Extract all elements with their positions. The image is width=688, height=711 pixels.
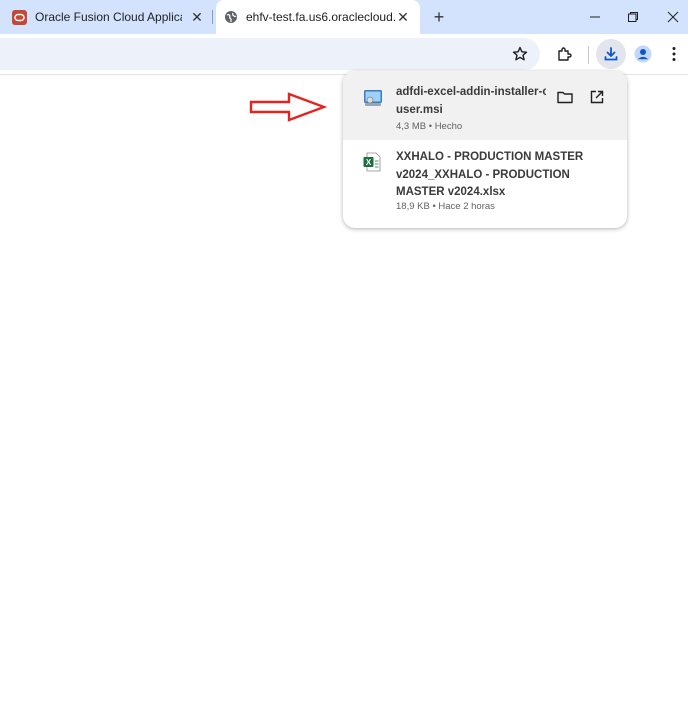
tab-ehfv-test[interactable]: ehfv-test.fa.us6.oraclecloud.com ✕ [216,0,420,34]
toolbar [0,34,688,75]
downloads-panel: adfdi-excel-addin-installer-cu user.msi … [343,71,627,228]
tab-strip: Oracle Fusion Cloud Applications ✕ ehfv-… [0,0,688,34]
minimize-icon[interactable] [583,6,607,28]
red-arrow-icon [249,92,328,127]
toolbar-separator [588,46,589,64]
download-item[interactable]: X XXHALO - PRODUCTION MASTER v2024_XXHAL… [343,140,627,228]
open-external-icon[interactable] [586,86,608,108]
folder-icon[interactable] [554,86,576,108]
close-tab-icon[interactable]: ✕ [394,8,412,26]
download-filename: XXHALO - PRODUCTION MASTER v2024_XXHALO … [396,151,584,198]
tab-divider [212,10,213,24]
restore-icon[interactable] [621,6,645,28]
address-bar[interactable] [0,38,540,70]
tab-title: Oracle Fusion Cloud Applications [35,10,182,24]
download-icon[interactable] [596,39,626,69]
close-icon[interactable] [661,6,685,28]
oracle-logo-icon [12,9,27,25]
star-icon[interactable] [508,42,532,66]
tab-title: ehfv-test.fa.us6.oraclecloud.com [246,10,396,24]
download-item[interactable]: adfdi-excel-addin-installer-cu user.msi … [343,71,627,140]
extensions-icon[interactable] [553,42,577,66]
new-tab-button[interactable]: + [428,6,450,28]
more-icon[interactable] [662,42,686,66]
download-filename: adfdi-excel-addin-installer-cu user.msi [396,86,546,116]
profile-icon[interactable] [631,42,655,66]
download-meta: 18,9 KB • Hace 2 horas [396,201,495,212]
msi-installer-icon [363,88,383,108]
svg-text:X: X [366,158,372,167]
tab-oracle-fusion[interactable]: Oracle Fusion Cloud Applications ✕ [0,0,214,34]
excel-file-icon: X [363,152,383,172]
download-meta: 4,3 MB • Hecho [396,121,463,132]
globe-icon [224,10,238,24]
close-tab-icon[interactable]: ✕ [188,8,206,26]
